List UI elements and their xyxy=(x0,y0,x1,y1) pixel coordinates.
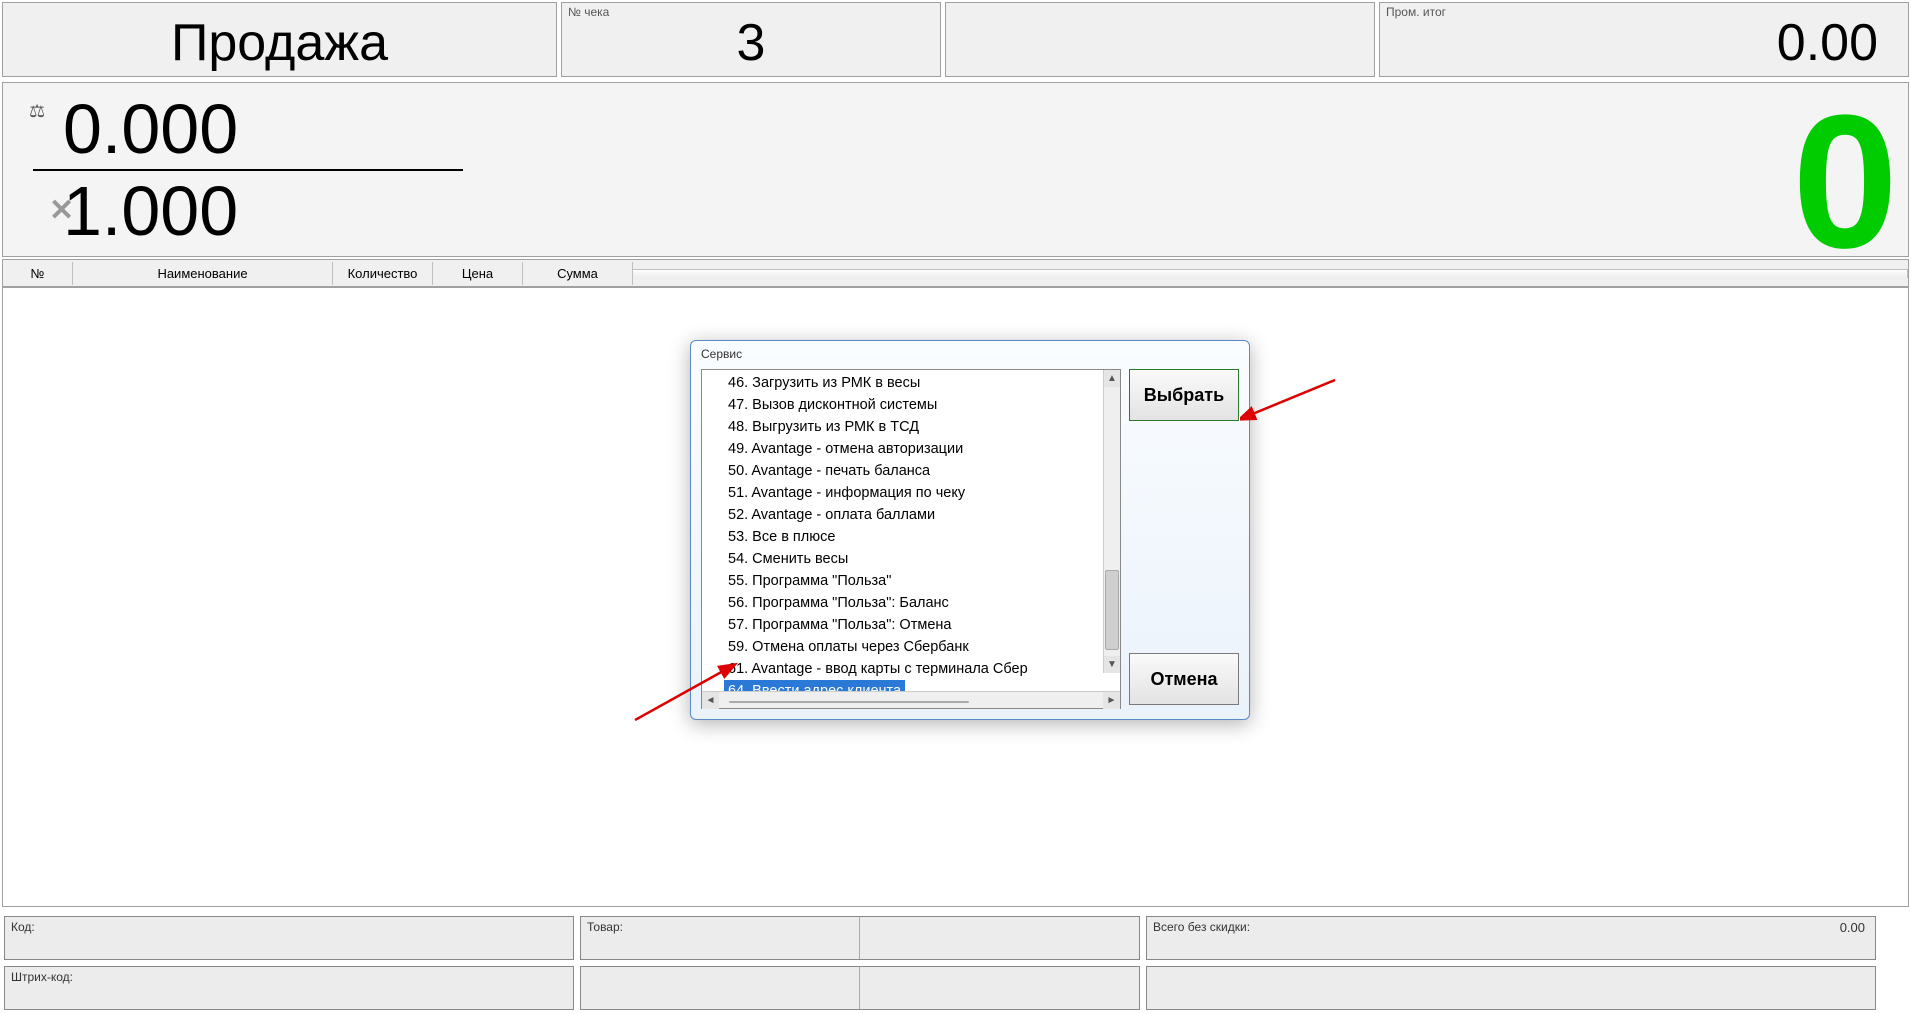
weight-icon: ⚖ xyxy=(29,101,45,122)
select-button[interactable]: Выбрать xyxy=(1129,369,1239,421)
scroll-left-arrow-icon[interactable]: ◄ xyxy=(702,692,719,709)
service-list-item[interactable]: 49. Avantage - отмена авторизации xyxy=(724,438,1120,460)
product-field[interactable]: Товар: xyxy=(580,916,1140,960)
service-list-item[interactable]: 54. Сменить весы xyxy=(724,548,1120,570)
scroll-thumb[interactable] xyxy=(1105,570,1119,650)
sale-mode-cell: Продажа xyxy=(2,2,557,77)
service-list-item[interactable]: 61. Avantage - ввод карты с терминала Сб… xyxy=(724,658,1120,680)
barcode-label: Штрих-код: xyxy=(11,970,73,984)
service-list-item[interactable]: 48. Выгрузить из РМК в ТСД xyxy=(724,416,1120,438)
subtotal-label: Пром. итог xyxy=(1386,5,1446,19)
service-dialog: Сервис 46. Загрузить из РМК в весы47. Вы… xyxy=(690,340,1250,720)
multiply-icon: ✕ xyxy=(49,193,74,228)
scroll-down-arrow-icon[interactable]: ▼ xyxy=(1104,656,1120,673)
listbox-vertical-scrollbar[interactable]: ▲ ▼ xyxy=(1103,370,1120,673)
weight-value: 0.000 xyxy=(63,89,473,169)
service-list-item[interactable]: 59. Отмена оплаты через Сбербанк xyxy=(724,636,1120,658)
total-no-discount-field: Всего без скидки: 0.00 xyxy=(1146,916,1876,960)
items-table-header: № Наименование Количество Цена Сумма xyxy=(2,259,1909,287)
table-header-scroll-gutter xyxy=(633,269,1908,278)
service-list-item[interactable]: 64. Ввести адрес клиента xyxy=(724,680,905,691)
check-number-cell: № чека 3 xyxy=(561,2,941,77)
product-label: Товар: xyxy=(587,920,623,934)
service-listbox[interactable]: 46. Загрузить из РМК в весы47. Вызов дис… xyxy=(701,369,1121,709)
line-total-value: 0 xyxy=(1792,73,1898,291)
col-header-name: Наименование xyxy=(73,262,333,285)
code-field[interactable]: Код: xyxy=(4,916,574,960)
col-header-no: № xyxy=(3,262,73,285)
dialog-title: Сервис xyxy=(691,341,1249,365)
service-list-item[interactable]: 53. Все в плюсе xyxy=(724,526,1120,548)
amounts-panel: ⚖ 0.000 ✕ 1.000 0 xyxy=(2,82,1909,257)
quantity-value: 1.000 xyxy=(63,171,473,251)
check-number-label: № чека xyxy=(568,5,609,19)
service-list-item[interactable]: 50. Avantage - печать баланса xyxy=(724,460,1120,482)
col-header-qty: Количество xyxy=(333,262,433,285)
service-list-item[interactable]: 52. Avantage - оплата баллами xyxy=(724,504,1120,526)
service-list-item[interactable]: 46. Загрузить из РМК в весы xyxy=(724,372,1120,394)
subtotal-cell: Пром. итог 0.00 xyxy=(1379,2,1909,77)
listbox-horizontal-scrollbar[interactable]: ◄ ► xyxy=(702,691,1120,708)
scroll-up-arrow-icon[interactable]: ▲ xyxy=(1104,370,1120,387)
service-list-item[interactable]: 47. Вызов дисконтной системы xyxy=(724,394,1120,416)
service-list-item[interactable]: 51. Avantage - информация по чеку xyxy=(724,482,1120,504)
barcode-field[interactable]: Штрих-код: xyxy=(4,966,574,1010)
cancel-button[interactable]: Отмена xyxy=(1129,653,1239,705)
footer-spare-2 xyxy=(1146,966,1876,1010)
scroll-right-arrow-icon[interactable]: ► xyxy=(1103,692,1120,709)
footer-spare-1 xyxy=(580,966,1140,1010)
total-no-discount-value: 0.00 xyxy=(1840,920,1865,935)
col-header-sum: Сумма xyxy=(523,262,633,285)
check-number-value: 3 xyxy=(572,3,930,83)
total-no-discount-label: Всего без скидки: xyxy=(1153,920,1250,934)
sale-mode-label: Продажа xyxy=(13,3,546,83)
service-list-item[interactable]: 55. Программа "Польза" xyxy=(724,570,1120,592)
service-list-item[interactable]: 57. Программа "Польза": Отмена xyxy=(724,614,1120,636)
subtotal-value: 0.00 xyxy=(1390,3,1898,83)
col-header-price: Цена xyxy=(433,262,523,285)
code-label: Код: xyxy=(11,920,35,934)
header-spacer xyxy=(945,2,1375,77)
service-list-item[interactable]: 56. Программа "Польза": Баланс xyxy=(724,592,1120,614)
hscroll-thumb[interactable] xyxy=(729,701,969,703)
